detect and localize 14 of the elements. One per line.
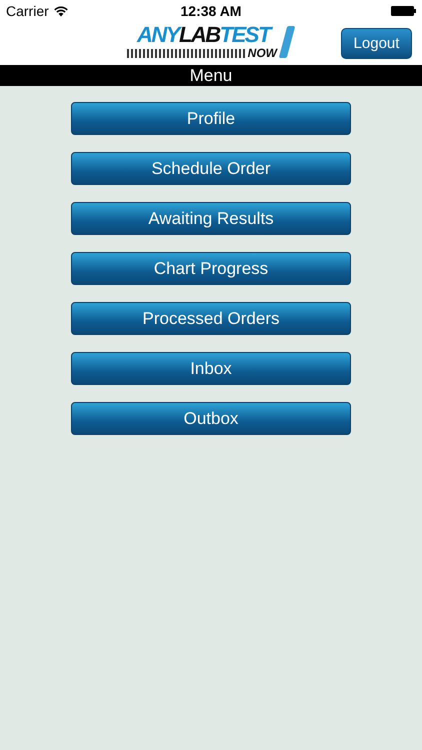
wifi-icon <box>54 6 68 16</box>
menu-button[interactable]: Chart Progress <box>71 252 351 285</box>
battery-icon <box>390 6 416 16</box>
logout-button[interactable]: Logout <box>341 28 412 59</box>
clock-time: 12:38 AM <box>180 3 242 19</box>
menu-button[interactable]: Inbox <box>71 352 351 385</box>
menu-button[interactable]: Awaiting Results <box>71 202 351 235</box>
menu-button[interactable]: Schedule Order <box>71 152 351 185</box>
carrier-label: Carrier <box>6 3 49 19</box>
menu-title: Menu <box>190 66 232 86</box>
menu-button[interactable]: Outbox <box>71 402 351 435</box>
brand-logo: ANYLABTEST NOW <box>127 24 293 62</box>
menu-button[interactable]: Profile <box>71 102 351 135</box>
menu-button[interactable]: Processed Orders <box>71 302 351 335</box>
